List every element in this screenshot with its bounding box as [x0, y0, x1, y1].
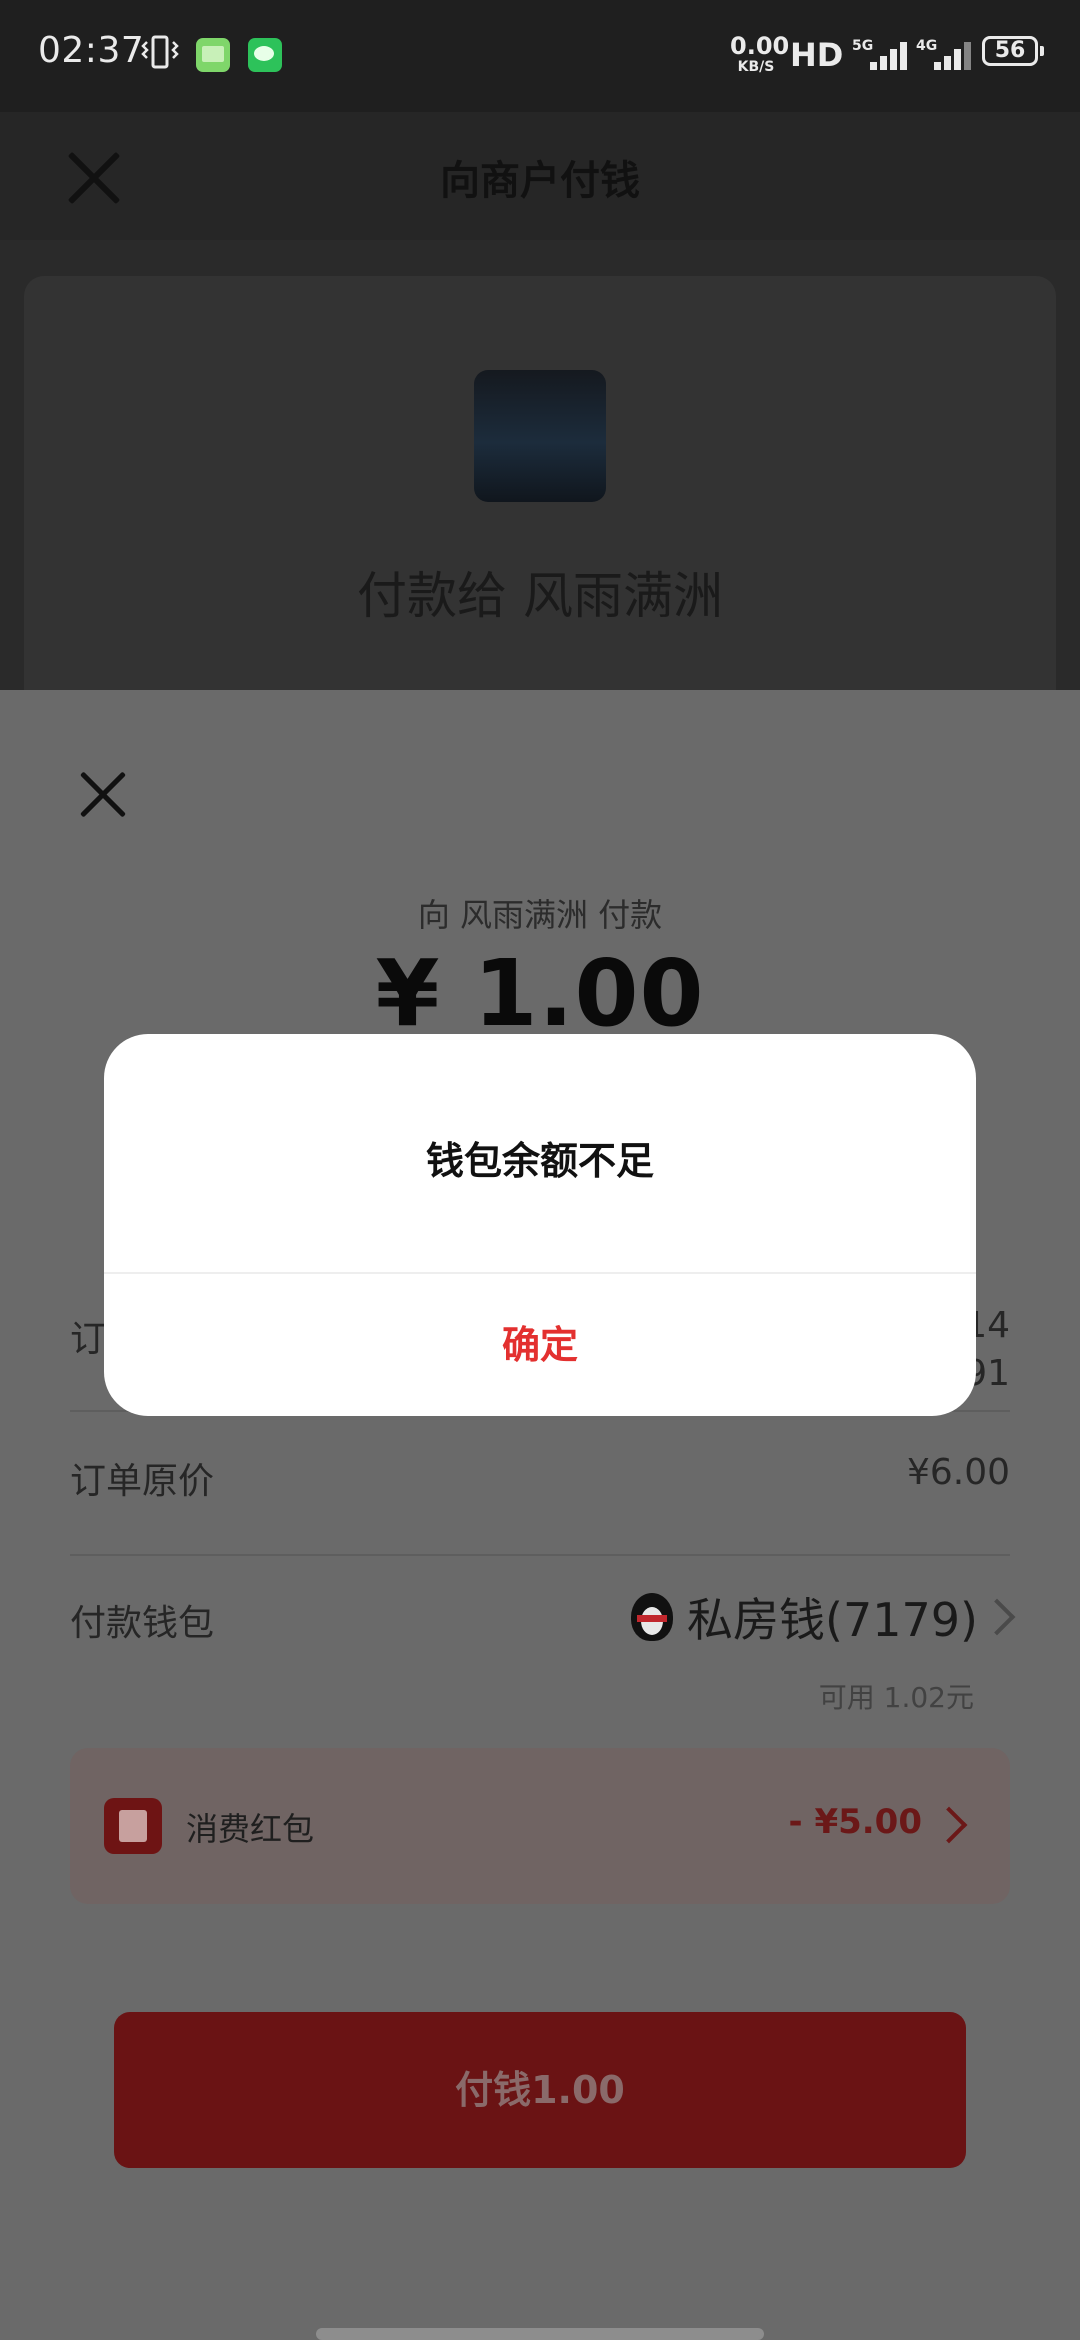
- vibrate-icon: [140, 34, 180, 70]
- net-speed: 0.00 KB/S: [730, 32, 790, 75]
- coupon-value: - ¥5.00: [788, 1802, 923, 1842]
- original-price-label: 订单原价: [70, 1461, 215, 1502]
- pay-button[interactable]: 付钱1.00: [114, 2012, 966, 2168]
- coupon-label: 消费红包: [186, 1810, 315, 1848]
- status-bar: 02:37 0.00 KB/S HD 5G 4G 56: [0, 0, 1080, 112]
- wallet-name: 私房钱(7179): [687, 1593, 978, 1647]
- payment-amount: ¥ 1.00: [375, 940, 705, 1047]
- chevron-right-icon: [930, 1806, 968, 1844]
- original-price-value: ¥6.00: [906, 1452, 1010, 1493]
- merchant-avatar: [474, 370, 606, 502]
- gallery-app-icon: [196, 38, 230, 72]
- sheet-pay-to: 向 风雨满洲 付款: [417, 896, 663, 934]
- signal-icon-sim2: [934, 40, 976, 70]
- hd-indicator: HD: [790, 36, 843, 74]
- confirm-button[interactable]: 确定: [104, 1274, 976, 1416]
- alert-dialog: 钱包余额不足 确定: [104, 1034, 976, 1416]
- net-speed-unit: KB/S: [737, 59, 775, 75]
- signal-icon-sim1: [870, 40, 912, 70]
- order-label: 订: [70, 1319, 107, 1360]
- wechat-app-icon: [248, 38, 282, 72]
- payment-sheet: 向 风雨满洲 付款 ¥ 1.00 订 14 91 订单原价 ¥6.00 付款钱包…: [0, 690, 1080, 2340]
- chevron-right-icon: [978, 1598, 1016, 1636]
- coupon-row[interactable]: 消费红包 - ¥5.00: [70, 1748, 1010, 1904]
- penguin-wallet-icon: [631, 1593, 674, 1641]
- home-indicator[interactable]: [316, 2328, 764, 2340]
- wallet-selector[interactable]: 私房钱(7179): [631, 1584, 1016, 1650]
- hd-label: HD: [790, 36, 844, 74]
- net-speed-value: 0.00: [730, 32, 790, 60]
- original-price-row: 订单原价 ¥6.00: [70, 1410, 1010, 1556]
- status-time: 02:37: [38, 30, 145, 71]
- close-icon[interactable]: [78, 770, 128, 820]
- dialog-message: 钱包余额不足: [425, 1139, 654, 1183]
- wallet-label: 付款钱包: [70, 1603, 215, 1644]
- merchant-pay-to: 付款给 风雨满洲: [357, 567, 723, 625]
- app-header: 向商户付钱: [0, 112, 1080, 240]
- merchant-area: 付款给 风雨满洲: [0, 240, 1080, 690]
- battery-icon: 56: [982, 36, 1044, 66]
- page-title: 向商户付钱: [440, 158, 640, 204]
- wallet-available: 可用 1.02元: [818, 1681, 974, 1714]
- red-packet-icon: [104, 1798, 162, 1854]
